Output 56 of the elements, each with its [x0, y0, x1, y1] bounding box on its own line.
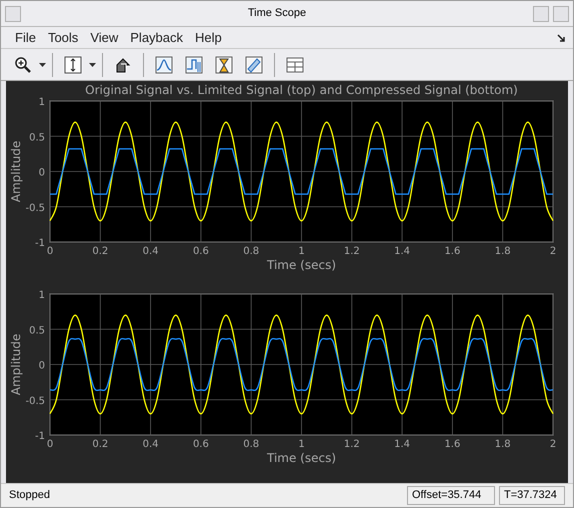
y-tick-label: -1: [35, 431, 45, 442]
x-tick-label: 0.8: [243, 246, 260, 257]
x-tick-label: 0.2: [92, 246, 108, 257]
x-tick-label: 0.4: [142, 439, 159, 450]
x-tick-label: 1.8: [494, 439, 511, 450]
x-tick-label: 1.4: [394, 246, 410, 257]
y-tick-label: -0.5: [25, 396, 45, 407]
x-tick-label: 0: [46, 439, 54, 450]
menu-item[interactable]: View: [84, 28, 124, 48]
x-tick-label: 1.6: [444, 246, 460, 257]
x-tick-label: 0.6: [192, 246, 209, 257]
y-tick-label: 1: [38, 97, 45, 108]
menu-item[interactable]: Help: [189, 28, 228, 48]
menu-item[interactable]: File: [9, 28, 42, 48]
x-axis-label: Time (secs): [266, 451, 336, 465]
x-tick-label: 1: [298, 439, 305, 450]
hourglass-icon: [215, 56, 233, 74]
x-tick-label: 0.2: [92, 439, 108, 450]
x-tick-label: 0.8: [243, 439, 260, 450]
y-tick-label: 1: [38, 290, 45, 301]
x-tick-label: 1.6: [444, 439, 460, 450]
y-tick-label: 0.5: [29, 325, 45, 336]
dock-arrow-icon[interactable]: [557, 34, 565, 42]
menu-item[interactable]: Tools: [42, 28, 84, 48]
y-tick-label: 0: [38, 168, 45, 178]
window-title: Time Scope: [248, 6, 306, 22]
offset-readout: Offset=35.744: [407, 486, 495, 505]
y-tick-label: -1: [35, 238, 45, 249]
y-axis-label: Amplitude: [9, 140, 23, 202]
chart-title: Original Signal vs. Limited Signal (top) and Compressed Signal (bottom): [85, 83, 518, 97]
x-tick-label: 0: [46, 246, 54, 257]
x-axis-label: Time (secs): [266, 258, 336, 272]
y-tick-label: 0.5: [29, 132, 45, 144]
y-tick-label: 0: [38, 360, 45, 372]
time-readout: T=37.7324: [499, 486, 565, 505]
grid-layout-icon: [286, 56, 304, 74]
ruler-icon: [245, 56, 263, 74]
y-tick-label: -0.5: [25, 202, 45, 214]
vertical-arrows-icon: [64, 56, 82, 74]
bell-curve-icon: [155, 56, 173, 74]
x-tick-label: 1: [298, 246, 305, 257]
x-tick-label: 1.2: [344, 439, 360, 450]
zoom-in-icon: [14, 56, 32, 74]
y-axis-label: Amplitude: [9, 334, 23, 396]
x-tick-label: 1.2: [344, 246, 360, 257]
x-tick-label: 2: [550, 246, 556, 257]
x-tick-label: 1.4: [394, 439, 410, 450]
caret-icon[interactable]: [89, 62, 96, 66]
x-tick-label: 0.4: [142, 246, 159, 257]
step-signal-icon: [185, 56, 203, 74]
x-tick-label: 1.8: [494, 246, 511, 257]
menu-item[interactable]: Playback: [124, 28, 190, 48]
caret-icon[interactable]: [39, 62, 46, 66]
x-tick-label: 0.6: [192, 439, 209, 450]
x-tick-label: 2: [550, 439, 556, 450]
status-text: Stopped: [9, 488, 51, 504]
